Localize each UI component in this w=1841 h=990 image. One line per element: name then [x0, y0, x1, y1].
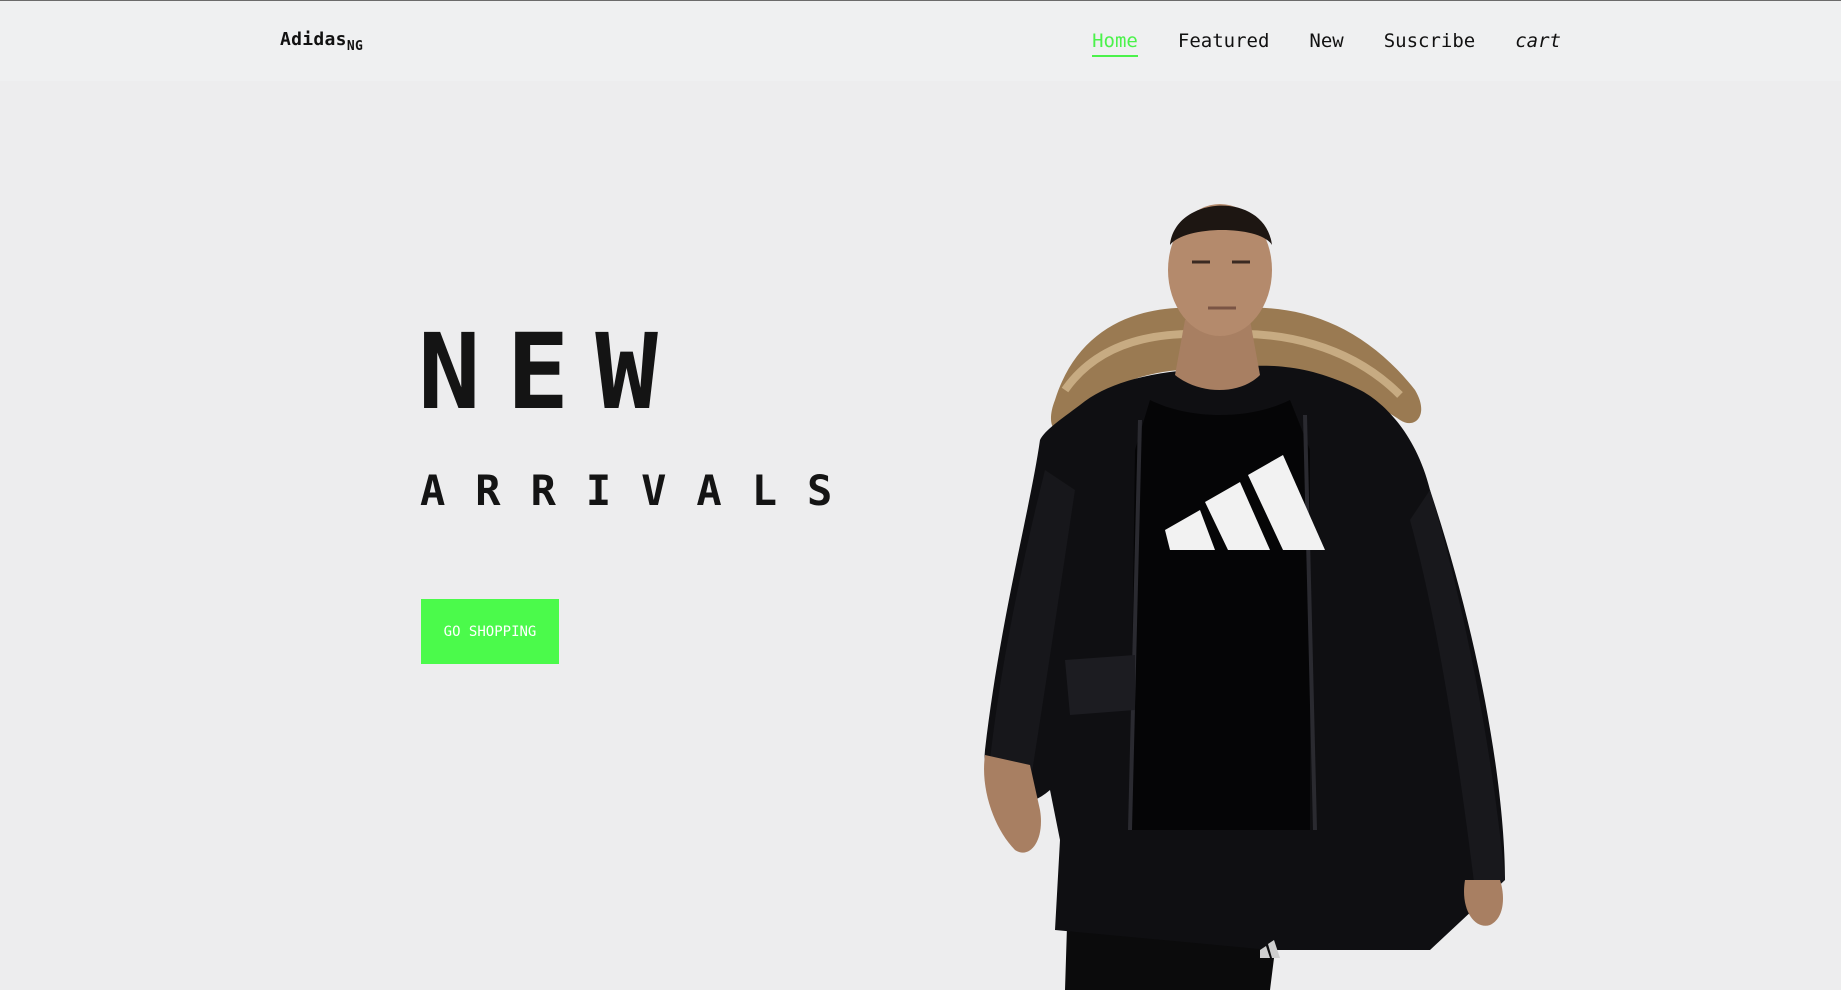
nav-new[interactable]: New — [1309, 30, 1343, 57]
hero-subtitle: ARRIVALS — [420, 466, 863, 515]
site-header: AdidasNG Home Featured New Suscribe cart — [0, 1, 1841, 81]
nav-home[interactable]: Home — [1092, 30, 1138, 57]
hero-title: NEW — [418, 311, 684, 433]
nav-subscribe[interactable]: Suscribe — [1384, 30, 1476, 57]
main-nav: Home Featured New Suscribe cart — [1092, 30, 1561, 57]
model-in-black-parka-icon — [984, 204, 1505, 990]
brand-name: Adidas — [280, 29, 347, 50]
brand-suffix: NG — [346, 39, 364, 54]
go-shopping-button[interactable]: GO SHOPPING — [421, 599, 559, 664]
nav-featured[interactable]: Featured — [1178, 30, 1270, 57]
brand-logo[interactable]: AdidasNG — [280, 29, 363, 54]
nav-cart[interactable]: cart — [1515, 30, 1561, 57]
